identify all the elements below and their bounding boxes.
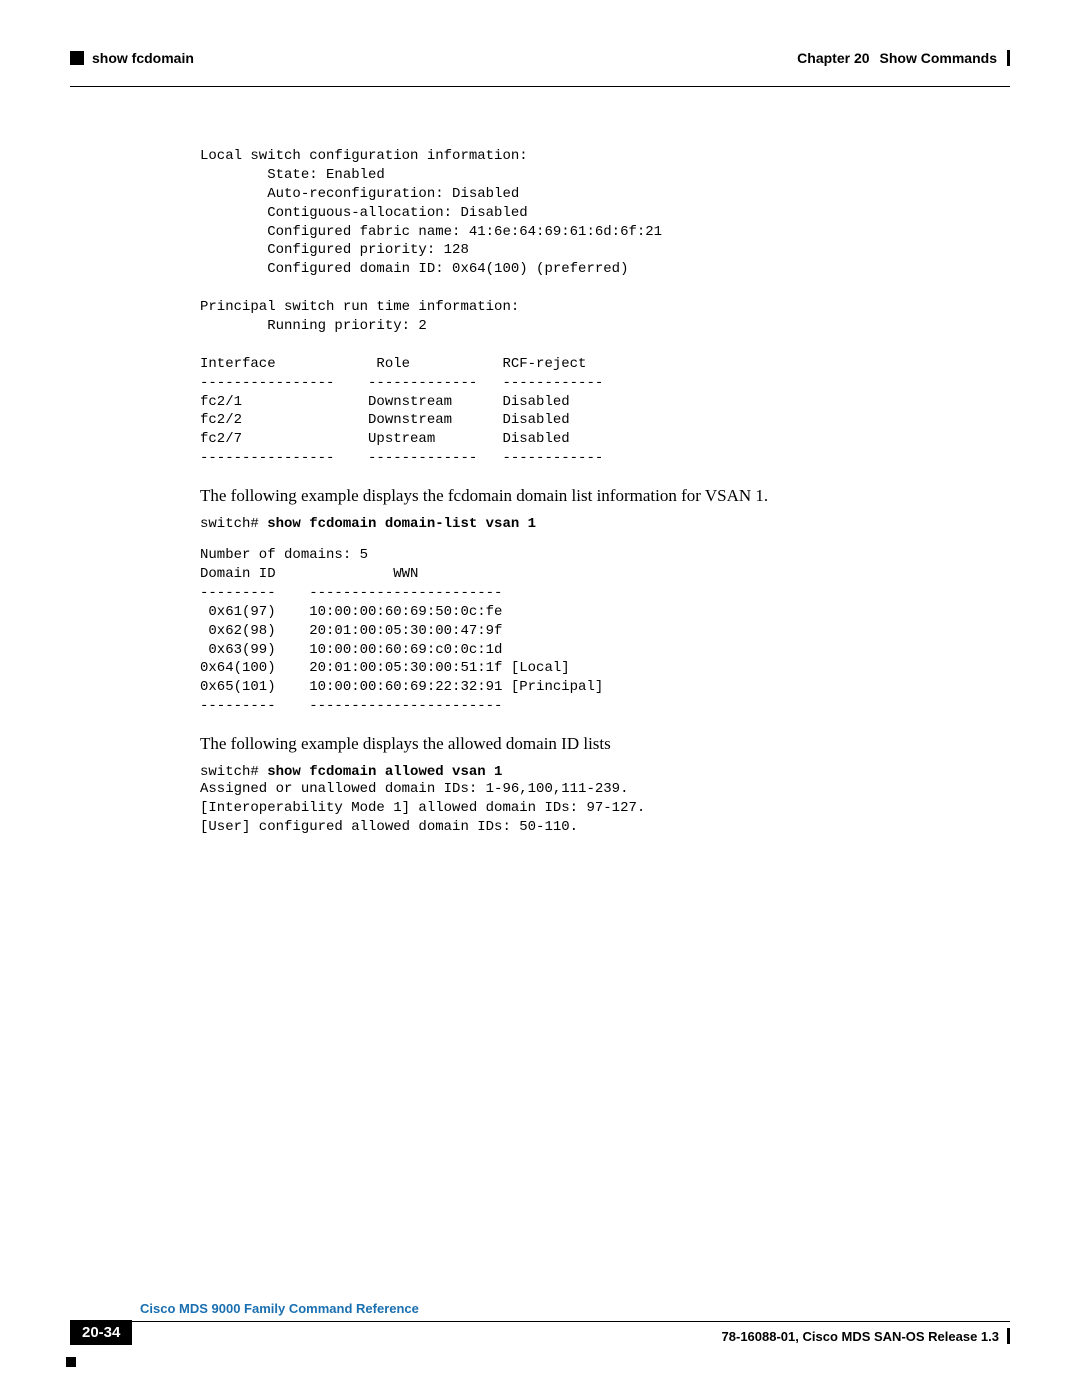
corner-mark-icon bbox=[66, 1357, 76, 1367]
cli-output-block-1: Local switch configuration information: … bbox=[200, 147, 950, 468]
paragraph-1: The following example displays the fcdom… bbox=[200, 486, 950, 506]
vertical-rule-icon bbox=[1007, 1328, 1010, 1344]
paragraph-2: The following example displays the allow… bbox=[200, 734, 950, 754]
vertical-rule-icon bbox=[1007, 50, 1010, 66]
footer-rule: 20-34 78-16088-01, Cisco MDS SAN-OS Rele… bbox=[70, 1321, 1010, 1352]
chapter-title: Show Commands bbox=[880, 50, 997, 66]
page-header: show fcdomain Chapter 20 Show Commands bbox=[70, 50, 1010, 80]
spacer bbox=[200, 532, 950, 546]
page-content: Local switch configuration information: … bbox=[200, 147, 950, 837]
document-page: show fcdomain Chapter 20 Show Commands L… bbox=[0, 0, 1080, 1397]
cli-output-block-3: Assigned or unallowed domain IDs: 1-96,1… bbox=[200, 780, 950, 837]
cli-command-text: show fcdomain domain-list vsan 1 bbox=[267, 516, 536, 532]
cli-command-2: switch# show fcdomain allowed vsan 1 bbox=[200, 764, 950, 780]
chapter-number: Chapter 20 bbox=[797, 50, 869, 66]
footer-doc-title: Cisco MDS 9000 Family Command Reference bbox=[140, 1301, 419, 1316]
page-number-badge: 20-34 bbox=[70, 1320, 132, 1345]
square-marker-icon bbox=[70, 51, 84, 65]
header-left: show fcdomain bbox=[70, 50, 194, 66]
header-rule bbox=[70, 86, 1010, 87]
cli-command-1: switch# show fcdomain domain-list vsan 1 bbox=[200, 516, 950, 532]
header-right: Chapter 20 Show Commands bbox=[797, 50, 1010, 66]
cli-output-block-2: Number of domains: 5 Domain ID WWN -----… bbox=[200, 546, 950, 716]
cli-command-text: show fcdomain allowed vsan 1 bbox=[267, 764, 502, 780]
cli-prompt: switch# bbox=[200, 516, 267, 532]
footer-release: 78-16088-01, Cisco MDS SAN-OS Release 1.… bbox=[722, 1328, 1010, 1344]
footer-release-text: 78-16088-01, Cisco MDS SAN-OS Release 1.… bbox=[722, 1329, 999, 1344]
cli-prompt: switch# bbox=[200, 764, 267, 780]
header-section-label: show fcdomain bbox=[92, 50, 194, 66]
page-footer: Cisco MDS 9000 Family Command Reference … bbox=[70, 1321, 1010, 1352]
